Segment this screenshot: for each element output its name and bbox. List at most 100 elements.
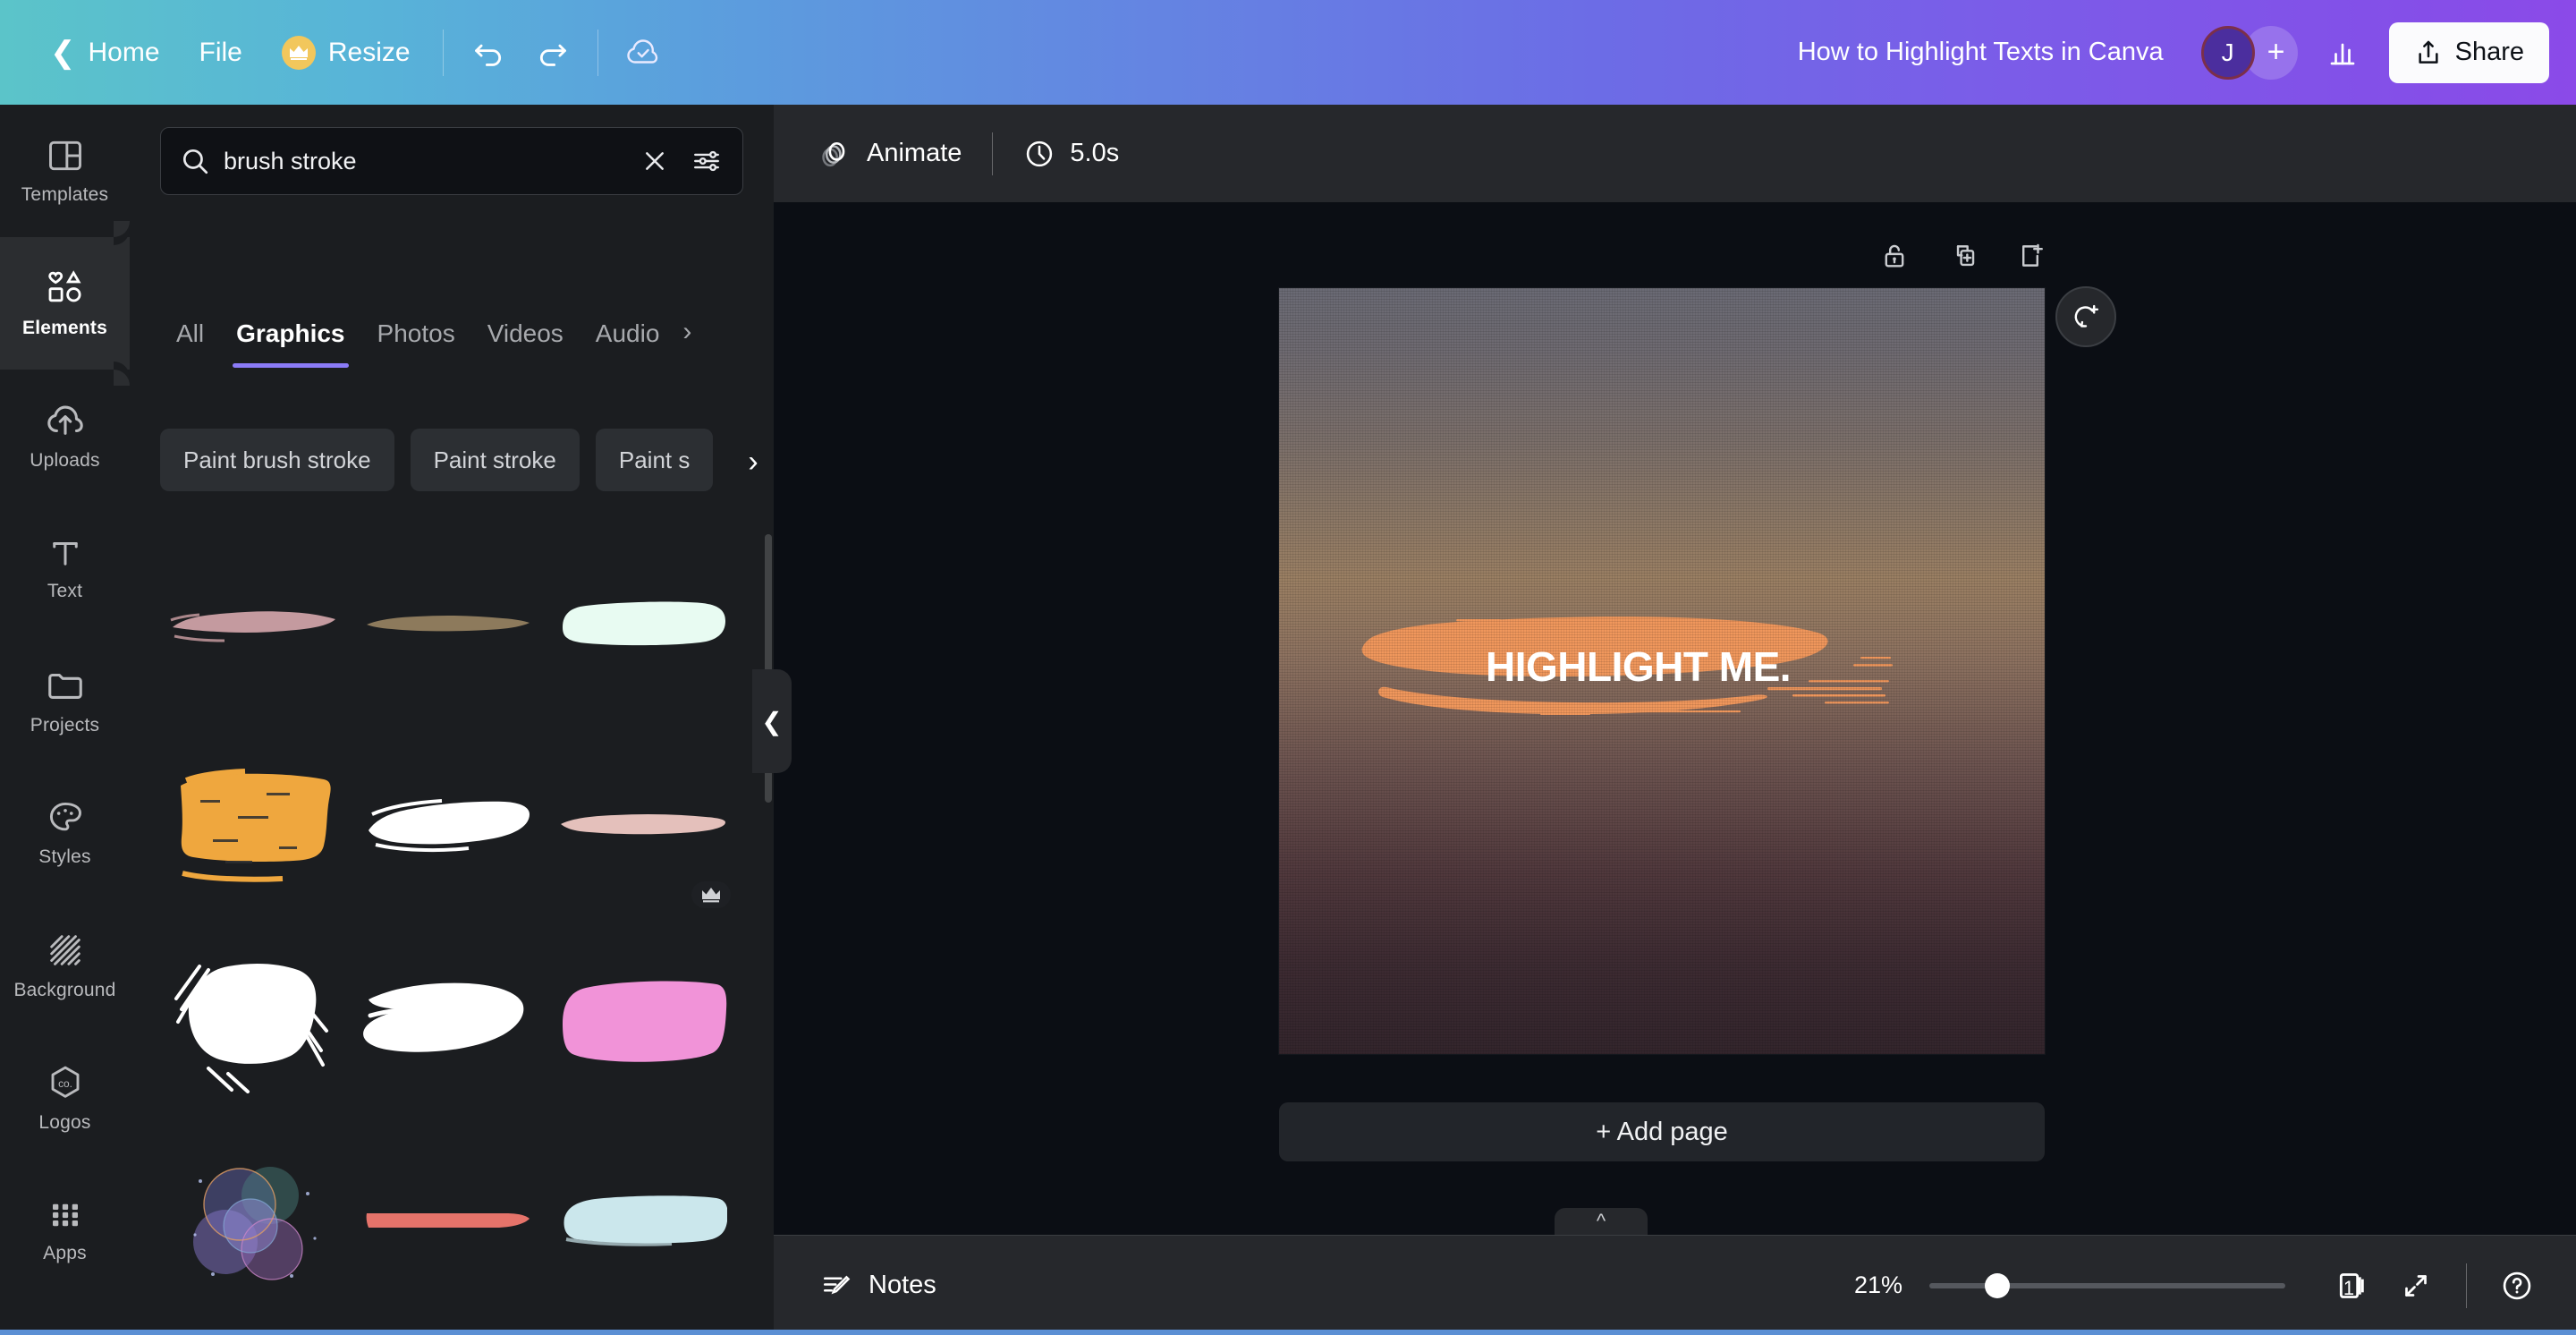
search-category-tabs: All Graphics Photos Videos Audio › — [160, 319, 743, 382]
chip-paint-stroke[interactable]: Paint stroke — [410, 429, 580, 491]
avatar[interactable]: J — [2200, 25, 2255, 80]
clear-search-button[interactable] — [635, 141, 674, 181]
expand-arrows-icon — [2405, 1274, 2427, 1297]
undo-icon — [474, 44, 501, 66]
result-item-pale-blue-stroke[interactable] — [549, 1121, 736, 1320]
sidebar-label-styles: Styles — [38, 846, 91, 867]
sidebar-item-templates[interactable]: Templates — [0, 105, 130, 237]
result-item-mint-white-stroke[interactable] — [549, 525, 736, 724]
animate-circles-icon — [822, 141, 845, 166]
folder-icon — [47, 673, 82, 699]
pro-badge — [691, 881, 731, 908]
lock-page-button[interactable] — [1869, 231, 1919, 281]
duplicate-page-icon — [1956, 245, 1975, 267]
animate-button[interactable]: Animate — [799, 122, 981, 186]
result-item-white-brush-stroke[interactable] — [354, 724, 541, 923]
brush-stroke-thumbnail — [564, 1195, 728, 1246]
tabs-next-chevron-right-icon[interactable]: › — [675, 319, 699, 345]
sidebar-label-logos: Logos — [38, 1112, 91, 1133]
sidebar-item-text[interactable]: Text — [0, 502, 130, 634]
add-comment-button[interactable] — [2055, 286, 2116, 347]
toolbar-divider-2 — [597, 29, 598, 76]
duplicate-page-button[interactable] — [1937, 231, 1987, 281]
fullscreen-button[interactable] — [2384, 1254, 2448, 1318]
sidebar-item-apps[interactable]: Apps — [0, 1164, 130, 1297]
add-page-icon — [2022, 243, 2043, 267]
add-page-after-button[interactable] — [2005, 231, 2055, 281]
search-filters-button[interactable] — [687, 141, 726, 181]
sidebar-item-projects[interactable]: Projects — [0, 634, 130, 767]
smoke-cloud-thumbnail — [192, 1167, 317, 1280]
sliders-filter-icon — [694, 150, 719, 172]
search-results-grid — [130, 525, 774, 1335]
tab-photos[interactable]: Photos — [361, 319, 471, 368]
bottom-toolbar-right: 21% 1 — [1817, 1254, 2576, 1318]
zoom-level-label: 21% — [1853, 1271, 1902, 1298]
crown-icon — [281, 35, 316, 70]
chip-paint-brush-stroke[interactable]: Paint brush stroke — [160, 429, 394, 491]
collapse-panel-button[interactable]: ❮ — [752, 669, 792, 773]
unlock-icon — [1885, 244, 1904, 268]
sidebar-item-uploads[interactable]: Uploads — [0, 370, 130, 502]
home-button[interactable]: ❮ Home — [30, 19, 180, 87]
tab-audio[interactable]: Audio — [580, 319, 676, 368]
animate-divider — [992, 132, 994, 175]
chips-next-chevron-right-icon[interactable]: › — [733, 438, 774, 486]
sidebar-item-elements[interactable]: Elements — [0, 221, 130, 386]
result-item-taupe-brush-stroke[interactable] — [354, 525, 541, 724]
tab-all[interactable]: All — [160, 319, 220, 368]
chevron-left-icon: ❮ — [50, 35, 76, 70]
sidebar-item-logos[interactable]: co. Logos — [0, 1032, 130, 1164]
brush-stroke-element[interactable]: HIGHLIGHT ME. — [1356, 601, 1982, 736]
resize-button[interactable]: Resize — [262, 19, 430, 87]
sidebar-item-background[interactable]: Background — [0, 899, 130, 1032]
page-manager-button[interactable]: 1 — [2319, 1254, 2384, 1318]
highlight-text-element[interactable]: HIGHLIGHT ME. — [1486, 642, 1861, 691]
redo-button[interactable] — [521, 21, 585, 85]
result-item-coral-thin-stroke[interactable] — [354, 1121, 541, 1320]
undo-button[interactable] — [456, 21, 521, 85]
upload-cloud-icon — [47, 405, 83, 435]
file-menu-button[interactable]: File — [180, 19, 262, 87]
result-item-pink-block-stroke[interactable] — [549, 923, 736, 1121]
brush-stroke-thumbnail — [170, 611, 335, 642]
document-title[interactable]: How to Highlight Texts in Canva — [1775, 25, 2187, 80]
os-taskbar — [0, 1330, 2576, 1335]
add-page-button[interactable]: + Add page — [1279, 1102, 2045, 1161]
page-duration-button[interactable]: 5.0s — [1004, 122, 1139, 186]
zoom-slider[interactable] — [1929, 1272, 2285, 1298]
brush-stroke-thumbnail — [563, 981, 727, 1062]
bottom-divider — [2466, 1263, 2467, 1308]
tab-graphics[interactable]: Graphics — [220, 319, 360, 368]
zoom-slider-thumb[interactable] — [1985, 1272, 2010, 1298]
sidebar-label-background: Background — [13, 980, 116, 1000]
share-label: Share — [2454, 38, 2524, 66]
result-item-orange-grunge-stroke[interactable] — [160, 724, 347, 923]
result-item-mauve-brush-stroke[interactable] — [160, 525, 347, 724]
brush-stroke-thumbnail — [174, 963, 328, 1093]
result-item-white-swoosh-stroke[interactable] — [354, 923, 541, 1121]
share-button[interactable]: Share — [2388, 21, 2549, 83]
apps-grid-icon — [52, 1203, 78, 1227]
chip-paint-s[interactable]: Paint s — [595, 429, 714, 491]
result-item-purple-smoke-cloud[interactable] — [160, 1121, 347, 1320]
results-row — [160, 525, 743, 724]
animate-label: Animate — [867, 139, 962, 167]
search-input[interactable] — [224, 147, 623, 175]
cloud-saved-button[interactable] — [611, 21, 675, 85]
brush-stroke-thumbnail — [368, 799, 530, 853]
brush-stroke-thumbnail — [563, 601, 726, 646]
tab-videos[interactable]: Videos — [471, 319, 580, 368]
design-canvas-page[interactable]: HIGHLIGHT ME. — [1279, 288, 2045, 1054]
notes-button[interactable]: Notes — [802, 1254, 954, 1317]
page-count-label: 1 — [2343, 1276, 2355, 1299]
help-button[interactable] — [2485, 1254, 2549, 1318]
top-toolbar: ❮ Home File Resize How to Highlight Text… — [0, 0, 2576, 105]
search-bar — [160, 127, 743, 195]
result-item-white-scribble-stroke[interactable] — [160, 923, 347, 1121]
sidebar-item-styles[interactable]: Styles — [0, 767, 130, 899]
result-item-blush-pink-stroke[interactable] — [549, 724, 736, 923]
add-comment-icon — [2074, 304, 2099, 327]
timeline-expand-button[interactable]: ^ — [1555, 1208, 1648, 1235]
insights-button[interactable] — [2310, 21, 2375, 85]
